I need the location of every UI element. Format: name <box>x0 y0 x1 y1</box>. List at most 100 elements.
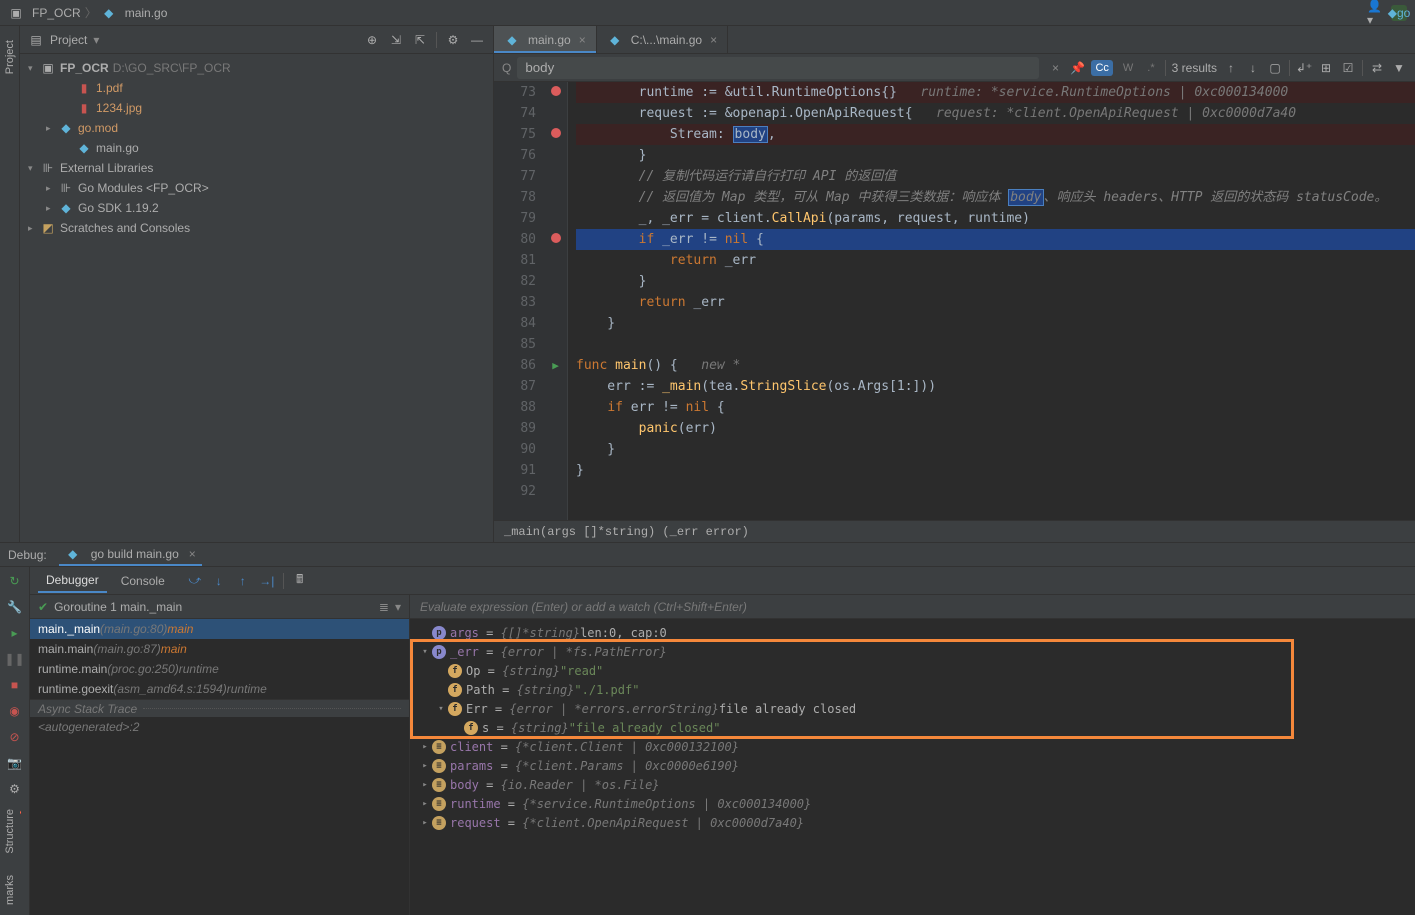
run-gutter-icon[interactable]: ▶ <box>552 359 559 372</box>
search-settings-icon[interactable]: ⇄ <box>1369 60 1385 76</box>
sidebar-tab-project[interactable]: Project <box>2 34 18 80</box>
var-err-err-s[interactable]: fs = {string} "file already closed" <box>418 718 1407 737</box>
pin-search-icon[interactable]: 📌 <box>1069 60 1085 76</box>
var-err[interactable]: ▾p_err = {error | *fs.PathError} <box>418 642 1407 661</box>
stack-frame[interactable]: main.main (main.go:87) main <box>30 639 409 659</box>
chevron-right-icon[interactable]: ▸ <box>46 183 58 194</box>
code-line[interactable] <box>576 481 1415 502</box>
var-err-err[interactable]: ▾fErr = {error | *errors.errorString} fi… <box>418 699 1407 718</box>
run-to-cursor-icon[interactable]: →| <box>259 573 275 589</box>
var-client[interactable]: ▸≡client = {*client.Client | 0xc00013210… <box>418 737 1407 756</box>
breadcrumb-root[interactable]: FP_OCR <box>32 6 81 20</box>
tree-external-libs[interactable]: ▾ ⊪ External Libraries <box>20 158 493 178</box>
sidebar-tab-bookmarks[interactable]: marks <box>2 869 18 911</box>
sidebar-tab-structure[interactable]: Structure <box>2 803 18 860</box>
stack-frame[interactable]: main._main (main.go:80) main <box>30 619 409 639</box>
hide-icon[interactable]: — <box>469 32 485 48</box>
tree-file-maingo[interactable]: ◆ main.go <box>20 138 493 158</box>
code-line[interactable]: panic(err) <box>576 418 1415 439</box>
code-line[interactable]: _, _err = client.CallApi(params, request… <box>576 208 1415 229</box>
code-line[interactable]: if err != nil { <box>576 397 1415 418</box>
code-line[interactable]: } <box>576 439 1415 460</box>
async-entry[interactable]: <autogenerated>:2 <box>30 717 409 737</box>
code-line[interactable]: // 复制代码运行请自行打印 API 的返回值 <box>576 166 1415 187</box>
select-occurrences-icon[interactable]: ☑ <box>1340 60 1356 76</box>
pause-icon[interactable]: ❚❚ <box>7 651 23 667</box>
code-editor[interactable]: 7374757677787980818283848586878889909192… <box>494 82 1415 520</box>
evaluate-input[interactable]: Evaluate expression (Enter) or add a wat… <box>410 595 1415 619</box>
settings-icon[interactable]: 🔧 <box>7 599 23 615</box>
chevron-right-icon[interactable]: ▸ <box>46 203 58 214</box>
chevron-down-icon[interactable]: ▾ <box>28 163 40 174</box>
panel-dropdown-icon[interactable]: ▾ <box>93 33 99 47</box>
breakpoint-icon[interactable] <box>551 86 561 96</box>
code-line[interactable]: Stream: body, <box>576 124 1415 145</box>
code-line[interactable]: runtime := &util.RuntimeOptions{} runtim… <box>576 82 1415 103</box>
debug-config-label[interactable]: go build main.go <box>91 547 179 561</box>
var-params[interactable]: ▸≡params = {*client.Params | 0xc0000e619… <box>418 756 1407 775</box>
chevron-right-icon[interactable]: ▸ <box>46 123 58 134</box>
tree-file-image[interactable]: ▮ 1234.jpg <box>20 98 493 118</box>
var-err-op[interactable]: fOp = {string} "read" <box>418 661 1407 680</box>
close-icon[interactable]: × <box>579 33 586 47</box>
breadcrumb[interactable]: ▣ FP_OCR 〉 ◆ main.go <box>8 4 167 21</box>
chevron-down-icon[interactable]: ▾ <box>28 63 40 74</box>
filter-icon[interactable]: ▼ <box>1391 60 1407 76</box>
tab-main-go-2[interactable]: ◆ C:\...\main.go × <box>597 26 728 53</box>
code-line[interactable]: } <box>576 271 1415 292</box>
breadcrumb-file[interactable]: main.go <box>125 6 168 20</box>
search-input[interactable] <box>517 57 1039 79</box>
evaluate-icon[interactable]: 🖩 <box>292 573 308 589</box>
resume-icon[interactable]: ▸ <box>7 625 23 641</box>
var-err-path[interactable]: fPath = {string} "./1.pdf" <box>418 680 1407 699</box>
code-line[interactable]: } <box>576 145 1415 166</box>
expand-all-icon[interactable]: ⇲ <box>388 32 404 48</box>
new-line-icon[interactable]: ↲⁺ <box>1296 60 1312 76</box>
rerun-icon[interactable]: ↻ <box>7 573 23 589</box>
tree-file-gomod[interactable]: ▸ ◆ go.mod <box>20 118 493 138</box>
match-case-toggle[interactable]: Cc <box>1091 60 1112 76</box>
code-line[interactable]: err := _main(tea.StringSlice(os.Args[1:]… <box>576 376 1415 397</box>
user-menu-icon[interactable]: 👤▾ <box>1367 5 1383 21</box>
code-line[interactable]: func main() { new * <box>576 355 1415 376</box>
mute-breakpoints-icon[interactable]: ⊘ <box>7 729 23 745</box>
code-body[interactable]: runtime := &util.RuntimeOptions{} runtim… <box>568 82 1415 520</box>
dropdown-icon[interactable]: ▾ <box>395 600 401 614</box>
select-all-icon[interactable]: ▢ <box>1267 60 1283 76</box>
code-line[interactable]: // 返回值为 Map 类型，可从 Map 中获得三类数据：响应体 body、响… <box>576 187 1415 208</box>
var-args[interactable]: pargs = {[]*string} len:0, cap:0 <box>418 623 1407 642</box>
chevron-right-icon[interactable]: ▸ <box>28 223 40 234</box>
tree-root[interactable]: ▾ ▣ FP_OCR D:\GO_SRC\FP_OCR <box>20 58 493 78</box>
code-line[interactable]: request := &openapi.OpenApiRequest{ requ… <box>576 103 1415 124</box>
stack-frame[interactable]: runtime.main (proc.go:250) runtime <box>30 659 409 679</box>
breakpoint-icon[interactable] <box>551 233 561 243</box>
view-breakpoints-icon[interactable]: ◉ <box>7 703 23 719</box>
goroutine-selector[interactable]: ✔ Goroutine 1 main._main ≣ ▾ <box>30 595 409 619</box>
tree-go-modules[interactable]: ▸ ⊪ Go Modules <FP_OCR> <box>20 178 493 198</box>
prev-match-icon[interactable]: ↑ <box>1223 60 1239 76</box>
regex-toggle[interactable]: .* <box>1143 60 1158 76</box>
tab-console[interactable]: Console <box>113 570 173 592</box>
close-icon[interactable]: × <box>189 547 196 561</box>
next-match-icon[interactable]: ↓ <box>1245 60 1261 76</box>
words-toggle[interactable]: W <box>1119 60 1137 76</box>
step-over-icon[interactable]: ⤻ <box>187 573 203 589</box>
close-icon[interactable]: × <box>710 33 717 47</box>
gear-icon[interactable]: ⚙ <box>445 32 461 48</box>
tree-file-pdf[interactable]: ▮ 1.pdf <box>20 78 493 98</box>
add-selection-icon[interactable]: ⊞ <box>1318 60 1334 76</box>
step-into-icon[interactable]: ↓ <box>211 573 227 589</box>
step-out-icon[interactable]: ↑ <box>235 573 251 589</box>
var-runtime[interactable]: ▸≡runtime = {*service.RuntimeOptions | 0… <box>418 794 1407 813</box>
camera-icon[interactable]: 📷 <box>7 755 23 771</box>
clear-search-icon[interactable]: × <box>1047 60 1063 76</box>
run-config-icon[interactable]: ◆ go <box>1391 5 1407 21</box>
tab-main-go[interactable]: ◆ main.go × <box>494 26 597 53</box>
tab-debugger[interactable]: Debugger <box>38 569 107 593</box>
collapse-all-icon[interactable]: ⇱ <box>412 32 428 48</box>
tree-scratches[interactable]: ▸ ◩ Scratches and Consoles <box>20 218 493 238</box>
breakpoint-icon[interactable] <box>551 128 561 138</box>
gutter-icons[interactable]: ▶ <box>544 82 568 520</box>
stop-icon[interactable]: ■ <box>7 677 23 693</box>
stack-frame[interactable]: runtime.goexit (asm_amd64.s:1594) runtim… <box>30 679 409 699</box>
